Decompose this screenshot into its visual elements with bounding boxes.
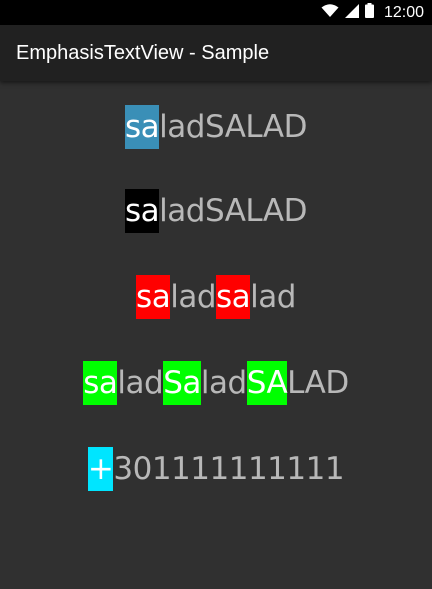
emphasized-text: sa: [83, 361, 118, 405]
emphasized-text: SA: [246, 361, 288, 405]
plain-text: LAD: [287, 365, 349, 401]
plain-text: ladSALAD: [159, 193, 307, 229]
emphasis-text-view: saladSALAD: [0, 105, 432, 149]
emphasis-text-view: saladSaladSALAD: [0, 361, 432, 405]
wifi-icon: [321, 3, 339, 22]
emphasis-text-view: +301111111111: [0, 447, 432, 491]
emphasized-text: +: [87, 447, 114, 491]
plain-text: lad: [200, 365, 247, 401]
emphasis-text-view: saladsalad: [0, 275, 432, 319]
emphasized-text: sa: [216, 275, 251, 319]
status-bar: 12:00: [0, 0, 432, 25]
app-title: EmphasisTextView - Sample: [16, 42, 270, 64]
status-icons: 12:00: [321, 0, 424, 25]
app-bar: EmphasisTextView - Sample: [0, 25, 432, 81]
battery-icon: [364, 3, 374, 22]
emphasis-text-view: saladSALAD: [0, 189, 432, 233]
plain-text: ladSALAD: [159, 109, 307, 145]
plain-text: lad: [250, 279, 296, 315]
plain-text: 301111111111: [113, 451, 345, 487]
plain-text: lad: [170, 279, 216, 315]
emphasized-text: Sa: [163, 361, 201, 405]
samples-list: saladSALAD saladSALAD saladsalad saladSa…: [0, 81, 432, 589]
status-time: 12:00: [383, 3, 424, 21]
plain-text: lad: [117, 365, 164, 401]
emphasized-text: sa: [125, 189, 160, 233]
emphasized-text: sa: [125, 105, 160, 149]
emphasized-text: sa: [136, 275, 171, 319]
cellular-signal-icon: [344, 3, 359, 22]
